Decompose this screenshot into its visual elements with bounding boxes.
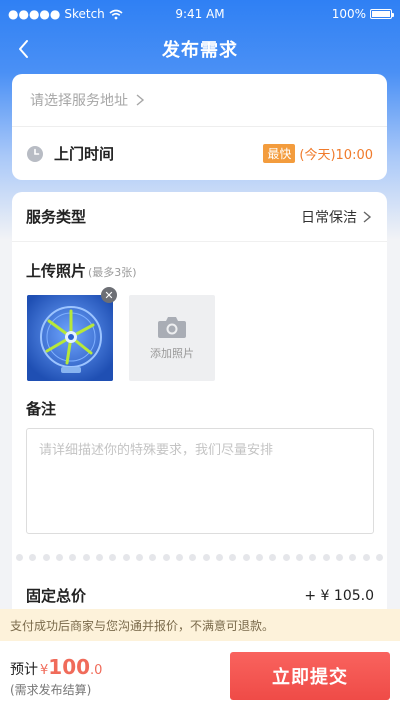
upload-limit-hint: (最多3张) (88, 266, 137, 279)
dotted-divider (12, 554, 387, 564)
clock-icon (27, 145, 43, 162)
remark-input[interactable] (26, 428, 374, 534)
address-placeholder: 请选择服务地址 (30, 93, 128, 109)
remove-photo-button[interactable]: ✕ (101, 287, 117, 303)
estimate-block: 预计 ¥ 100 .0 (需求发布结算) (10, 655, 230, 698)
camera-icon (158, 317, 186, 338)
remark-title: 备注 (26, 400, 57, 418)
estimate-label: 预计 (10, 661, 38, 678)
fastest-badge: 最快 (263, 144, 296, 163)
visit-time-value: (今天)10:00 (299, 148, 373, 163)
fixed-price-row: 固定总价 + ¥ 105.0 (26, 585, 374, 606)
wifi-icon (109, 9, 123, 19)
fan-photo-image (27, 295, 113, 381)
estimate-line: 预计 ¥ 100 .0 (10, 655, 230, 679)
chevron-right-icon (136, 94, 145, 106)
add-photo-label: 添加照片 (150, 347, 194, 360)
battery-icon (370, 9, 394, 19)
fixed-price-value: + ¥ 105.0 (304, 587, 374, 604)
estimate-decimal: .0 (90, 662, 103, 678)
signal-icon: ●●●●● (8, 7, 61, 21)
battery-percent: 100% (331, 7, 366, 21)
carrier-name: Sketch (64, 7, 105, 21)
address-time-card: 请选择服务地址 上门时间 最快 (今天)10:00 (12, 74, 387, 180)
request-form-card: 服务类型 日常保洁 上传照片 (最多3张) ✕ 添加照片 备注 请详细描述你的特… (12, 192, 387, 632)
page-title: 发布需求 (162, 40, 238, 61)
fixed-price-label: 固定总价 (26, 587, 87, 605)
address-selector[interactable]: 请选择服务地址 (12, 74, 387, 127)
status-left: ●●●●● Sketch (8, 7, 123, 21)
add-photo-button[interactable]: 添加照片 (129, 295, 215, 381)
currency-symbol: ¥ (40, 662, 49, 678)
nav-bar: 发布需求 (0, 28, 400, 70)
upload-photo-title: 上传照片 (最多3张) (26, 260, 137, 281)
chevron-right-icon (363, 210, 372, 223)
chevron-left-icon[interactable] (12, 36, 38, 62)
service-type-label: 服务类型 (26, 208, 87, 226)
bottom-bar: 预计 ¥ 100 .0 (需求发布结算) 立即提交 (0, 641, 400, 711)
uploaded-photo[interactable] (27, 295, 113, 381)
service-type-value: 日常保洁 (301, 209, 357, 226)
service-type-row[interactable]: 服务类型 日常保洁 (12, 192, 387, 242)
upload-title-text: 上传照片 (26, 262, 87, 280)
status-bar: ●●●●● Sketch 9:41 AM 100% (0, 0, 400, 28)
estimate-amount: 100 (48, 654, 91, 679)
estimate-note: (需求发布结算) (10, 682, 92, 697)
visit-time-row[interactable]: 上门时间 最快 (今天)10:00 (12, 127, 387, 180)
status-right: 100% (331, 7, 394, 21)
refund-notice: 支付成功后商家与您沟通并报价，不满意可退款。 (0, 609, 400, 641)
submit-button[interactable]: 立即提交 (230, 652, 390, 700)
visit-time-label: 上门时间 (54, 145, 115, 163)
